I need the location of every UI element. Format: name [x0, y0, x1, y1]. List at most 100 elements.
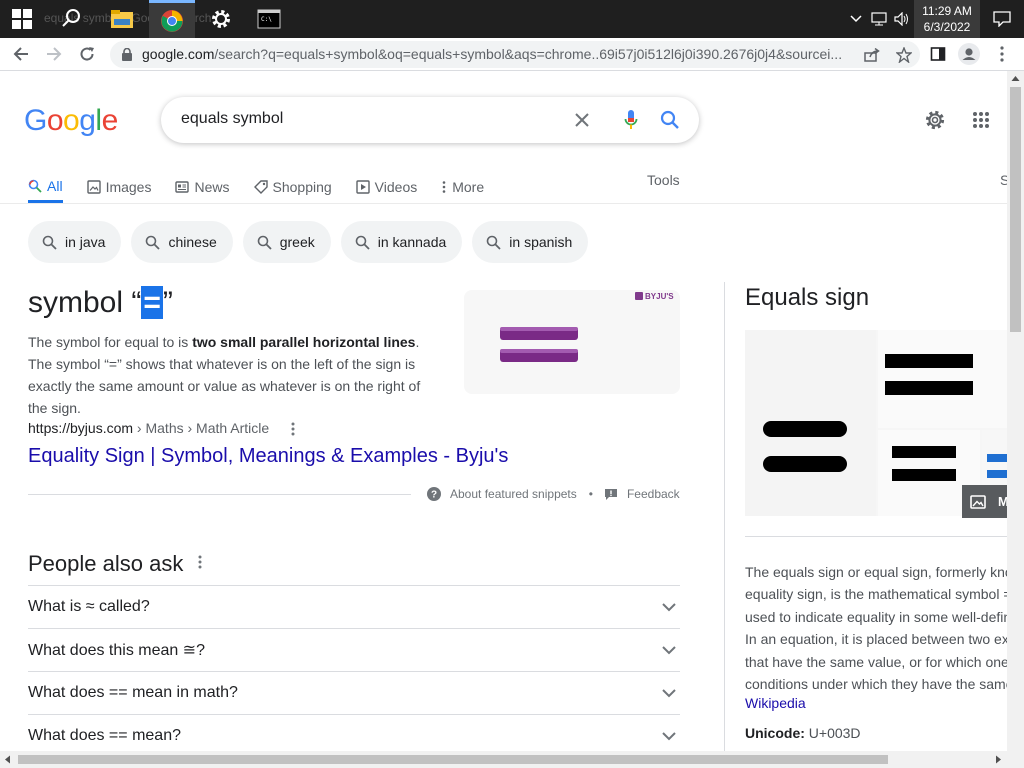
address-url[interactable]: google.com/search?q=equals+symbol&oq=equ… — [142, 46, 852, 62]
settings-icon[interactable] — [923, 108, 947, 132]
clear-icon[interactable] — [570, 108, 594, 132]
truncated-tab[interactable]: S — [1000, 171, 1007, 189]
google-logo[interactable]: Google — [24, 104, 118, 138]
play-icon — [355, 180, 370, 194]
tab-news[interactable]: News — [175, 171, 230, 203]
horizontal-scroll-thumb[interactable] — [18, 755, 888, 764]
tab-videos[interactable]: Videos — [355, 171, 417, 203]
chrome-taskbar-icon[interactable] — [149, 0, 195, 38]
tab-all[interactable]: All — [28, 171, 63, 203]
browser-menu-icon[interactable] — [990, 42, 1014, 66]
scroll-up-icon[interactable] — [1007, 73, 1024, 85]
windows-start-button[interactable] — [12, 9, 32, 29]
forward-button[interactable] — [42, 42, 66, 66]
help-icon[interactable]: ? — [427, 487, 441, 501]
chip-greek[interactable]: greek — [242, 221, 331, 263]
lock-icon[interactable] — [122, 47, 132, 66]
result-url[interactable]: https://byjus.com › Maths › Math Article — [28, 420, 269, 436]
logo-letter: e — [101, 104, 119, 137]
browser-toolbar: google.com/search?q=equals+symbol&oq=equ… — [0, 38, 1024, 71]
chip-label: in kannada — [377, 234, 447, 250]
volume-icon[interactable] — [890, 12, 914, 26]
scroll-left-icon[interactable] — [2, 751, 14, 768]
reload-button[interactable] — [75, 42, 99, 66]
tab-label: Shopping — [272, 179, 332, 195]
vertical-scrollbar[interactable] — [1007, 71, 1024, 751]
tab-more[interactable]: More — [441, 171, 484, 203]
profile-avatar-icon[interactable] — [957, 42, 981, 66]
more-vert-icon — [442, 181, 446, 193]
feedback-icon[interactable] — [604, 488, 618, 501]
feedback-link[interactable]: Feedback — [627, 487, 680, 501]
unicode-label: Unicode: — [745, 725, 805, 741]
taskbar-clock[interactable]: 11:29 AM 6/3/2022 — [914, 0, 980, 38]
snippet-title-after: ” — [162, 286, 173, 319]
terminal-icon[interactable]: C:\ — [246, 0, 292, 38]
paa-question[interactable]: What does == mean? — [28, 714, 680, 751]
paa-question-text: What is ≈ called? — [28, 598, 150, 615]
address-bar[interactable]: google.com/search?q=equals+symbol&oq=equ… — [110, 41, 920, 68]
paa-question[interactable]: What is ≈ called? — [28, 585, 680, 628]
bookmark-star-icon[interactable] — [888, 46, 920, 63]
search-results-page: Google equals symbol All Images News Sho… — [0, 71, 1007, 751]
paa-question[interactable]: What does == mean in math? — [28, 671, 680, 714]
people-also-ask-list: What is ≈ called? What does this mean ≅?… — [28, 585, 680, 751]
taskbar-search-icon[interactable] — [58, 6, 84, 32]
clock-time: 11:29 AM — [922, 4, 972, 18]
back-button[interactable] — [9, 42, 33, 66]
side-panel-icon[interactable] — [926, 42, 950, 66]
chip-in-java[interactable]: in java — [28, 221, 122, 263]
result-title-link[interactable]: Equality Sign | Symbol, Meanings & Examp… — [28, 445, 508, 468]
snippet-text-bold: two small parallel horizontal lines — [192, 334, 416, 350]
snippet-divider — [28, 494, 411, 495]
chevron-down-icon — [662, 602, 676, 611]
chip-in-spanish[interactable]: in spanish — [472, 221, 589, 263]
snippet-footer: ? About featured snippets • Feedback — [427, 487, 680, 501]
search-input[interactable]: equals symbol — [181, 110, 283, 128]
people-also-ask-heading: People also ask — [28, 551, 184, 576]
paa-question-text: What does == mean in math? — [28, 684, 238, 701]
result-menu-icon[interactable] — [291, 422, 295, 441]
search-icon — [28, 179, 42, 193]
snippet-title-highlight: = — [141, 286, 163, 319]
chip-chinese[interactable]: chinese — [131, 221, 233, 263]
people-also-ask-title: People also ask — [28, 551, 183, 577]
chip-in-kannada[interactable]: in kannada — [340, 221, 463, 263]
brand-logo-text: BYJU'S — [645, 292, 674, 301]
tools-button[interactable]: Tools — [647, 171, 680, 189]
search-icon[interactable] — [658, 108, 682, 132]
share-icon[interactable] — [856, 47, 888, 62]
chip-label: chinese — [168, 234, 217, 250]
url-host: google.com — [142, 46, 215, 62]
tab-shopping[interactable]: Shopping — [253, 171, 332, 203]
result-url-host: https://byjus.com — [28, 420, 134, 436]
snippet-image[interactable]: BYJU'S — [464, 290, 680, 394]
description-line: used to indicate equality in some well-d… — [745, 608, 1007, 625]
chevron-up-icon[interactable] — [844, 12, 868, 26]
snippet-text: The symbol for equal to is two small par… — [28, 331, 440, 419]
vertical-scroll-thumb[interactable] — [1010, 87, 1021, 332]
logo-letter: o — [63, 104, 80, 137]
search-icon — [42, 235, 57, 250]
notification-icon[interactable] — [980, 11, 1024, 27]
search-tabs: All Images News Shopping Videos More — [28, 171, 508, 203]
settings-gear-icon[interactable] — [198, 0, 244, 38]
search-box[interactable]: equals symbol — [161, 97, 699, 143]
image-icon — [970, 494, 986, 509]
paa-question[interactable]: What does this mean ≅? — [28, 628, 680, 671]
network-icon[interactable] — [868, 12, 890, 26]
knowledge-panel-description: The equals sign or equal sign, formerly … — [745, 561, 1007, 695]
apps-grid-icon[interactable] — [969, 108, 993, 132]
result-url-breadcrumb: › Maths › Math Article — [133, 420, 270, 436]
more-images-button[interactable]: M — [962, 485, 1007, 518]
microphone-icon[interactable] — [619, 108, 643, 132]
description-line: The equals sign or equal sign, formerly … — [745, 564, 1007, 580]
tab-images[interactable]: Images — [86, 171, 151, 203]
file-explorer-icon[interactable] — [99, 0, 145, 38]
about-snippets-link[interactable]: About featured snippets — [450, 487, 577, 501]
paa-menu-icon[interactable] — [198, 555, 202, 574]
horizontal-scrollbar[interactable] — [0, 751, 1024, 768]
tag-icon — [253, 180, 268, 194]
scroll-right-icon[interactable] — [992, 751, 1004, 768]
wikipedia-link[interactable]: Wikipedia — [745, 695, 806, 711]
